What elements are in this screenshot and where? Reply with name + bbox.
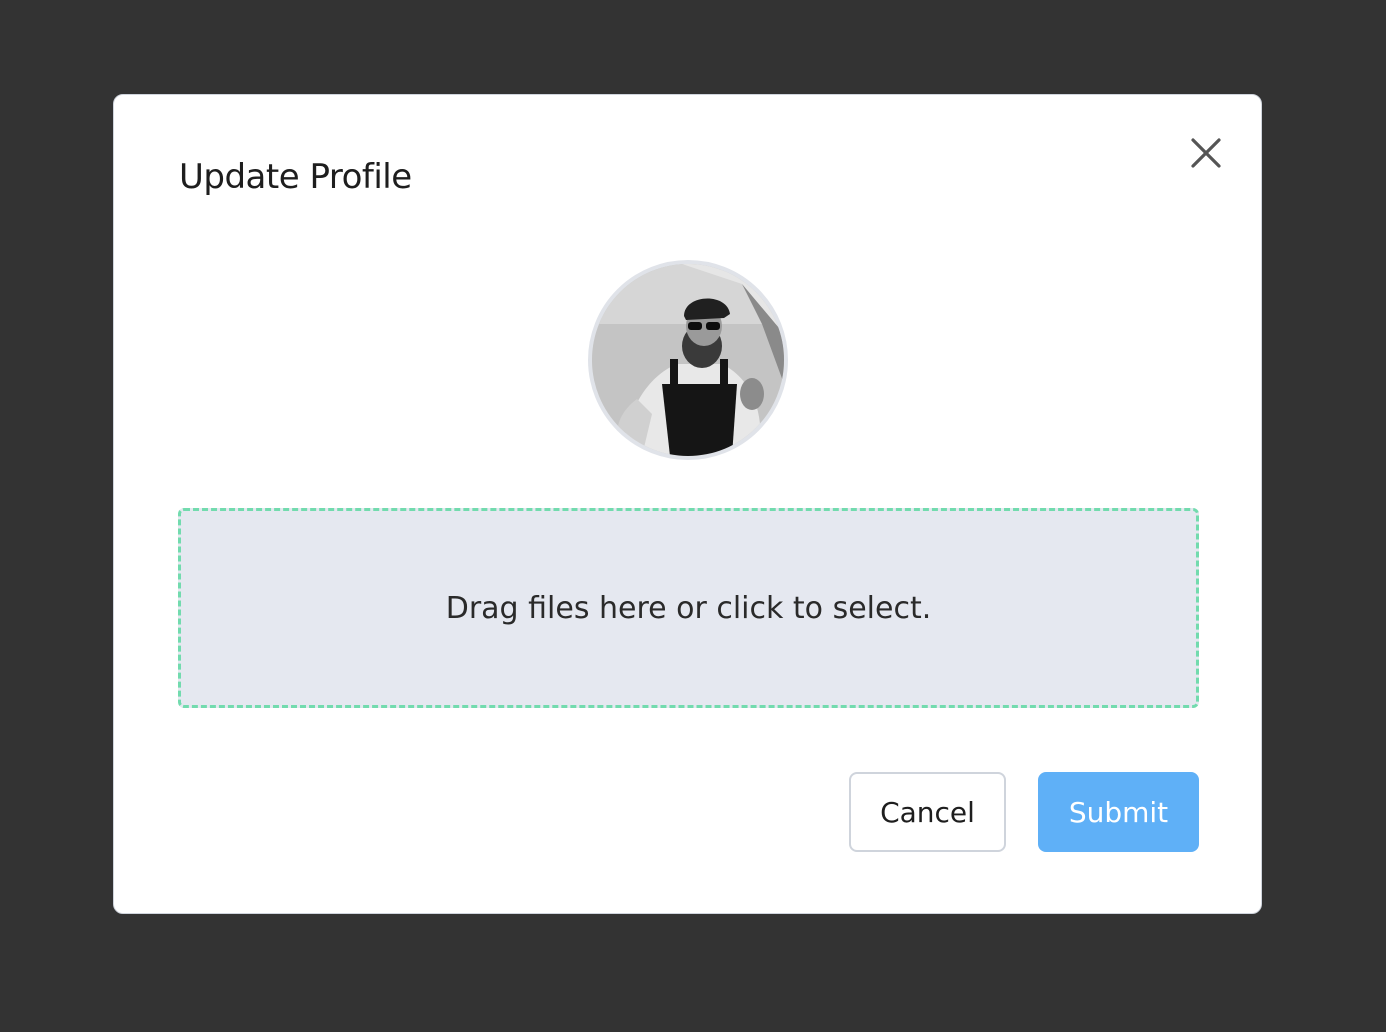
- avatar-photo: [592, 264, 784, 456]
- close-button[interactable]: [1186, 133, 1226, 173]
- close-icon: [1191, 138, 1221, 168]
- avatar: [588, 260, 788, 460]
- file-dropzone[interactable]: Drag files here or click to select.: [178, 508, 1199, 708]
- update-profile-dialog: Update Profile Drag files here or click …: [113, 94, 1262, 914]
- dialog-title: Update Profile: [179, 157, 412, 197]
- dropzone-label: Drag files here or click to select.: [445, 590, 932, 626]
- submit-button[interactable]: Submit: [1038, 772, 1199, 852]
- cancel-button[interactable]: Cancel: [849, 772, 1006, 852]
